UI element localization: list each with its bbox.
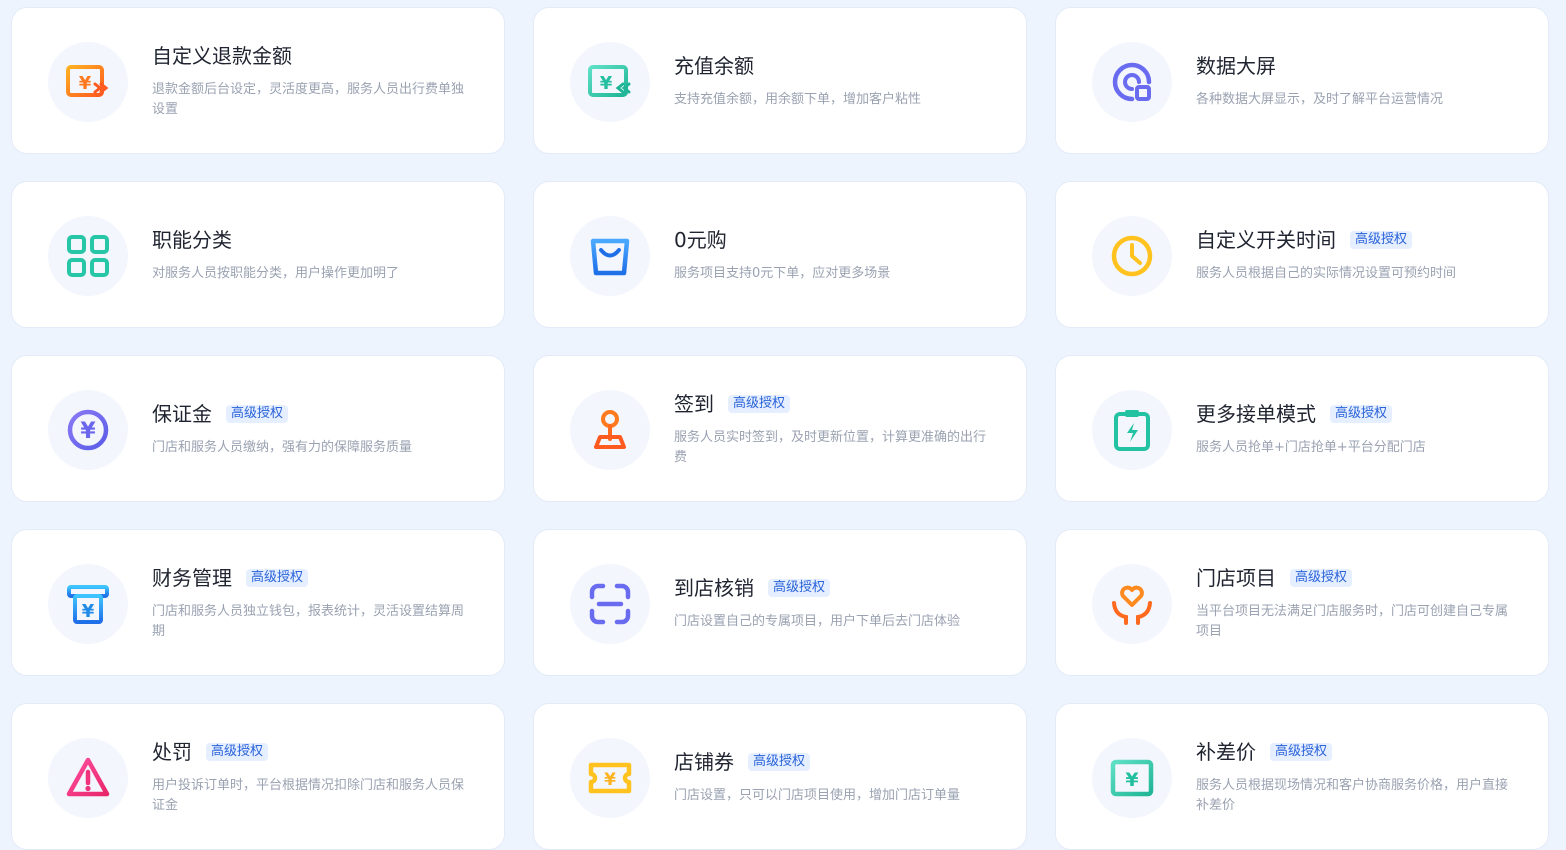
- icon-circle: [1092, 42, 1172, 122]
- feature-title: 更多接单模式: [1196, 401, 1316, 426]
- feature-title: 保证金: [152, 401, 212, 426]
- premium-badge: 高级授权: [226, 404, 289, 423]
- premium-badge: 高级授权: [1330, 404, 1393, 423]
- feature-title: 门店项目: [1196, 565, 1276, 590]
- premium-badge: 高级授权: [748, 752, 811, 771]
- icon-circle: [1092, 216, 1172, 296]
- feature-desc: 服务人员根据自己的实际情况设置可预约时间: [1196, 265, 1457, 281]
- icon-circle: ¥: [570, 738, 650, 818]
- yen-coin-icon: ¥: [67, 409, 109, 451]
- feature-desc: 服务项目支持0元下单，应对更多场景: [674, 265, 891, 281]
- icon-circle: ¥: [570, 42, 650, 122]
- feature-desc: 门店设置自己的专属项目，用户下单后去门店体验: [674, 613, 961, 629]
- premium-badge: 高级授权: [1290, 568, 1353, 587]
- svg-text:¥: ¥: [600, 73, 613, 94]
- heart-hands-icon: [1112, 585, 1152, 625]
- data-screen-icon: [1112, 62, 1152, 102]
- clipboard-lightning-icon: [1114, 410, 1150, 451]
- feature-title: 数据大屏: [1196, 53, 1276, 78]
- feature-card-price-difference[interactable]: ¥ 补差价 高级授权 服务人员根据现场情况和客户协商服务价格，用户直接补差价: [1055, 703, 1549, 850]
- feature-desc: 各种数据大屏显示，及时了解平台运营情况: [1196, 91, 1444, 107]
- icon-circle: [570, 564, 650, 644]
- warning-triangle-icon: [66, 757, 110, 797]
- premium-badge: 高级授权: [1270, 742, 1333, 761]
- feature-title: 处罚: [152, 739, 192, 764]
- feature-desc: 服务人员根据现场情况和客户协商服务价格，用户直接补差价: [1196, 777, 1509, 813]
- feature-card-penalty[interactable]: 处罚 高级授权 用户投诉订单时，平台根据情况扣除门店和服务人员保证金: [11, 703, 505, 850]
- shopping-bag-icon: [590, 238, 630, 276]
- icon-circle: [570, 390, 650, 470]
- scan-icon: [589, 583, 631, 625]
- feature-desc: 门店设置，只可以门店项目使用，增加门店订单量: [674, 787, 961, 803]
- feature-title: 店铺券: [674, 749, 734, 774]
- feature-card-check-in[interactable]: 签到 高级授权 服务人员实时签到，及时更新位置，计算更准确的出行费: [533, 355, 1027, 502]
- feature-card-open-close-time[interactable]: 自定义开关时间 高级授权 服务人员根据自己的实际情况设置可预约时间: [1055, 181, 1549, 328]
- feature-card-data-screen[interactable]: 数据大屏 各种数据大屏显示，及时了解平台运营情况: [1055, 7, 1549, 154]
- feature-card-recharge[interactable]: ¥ 充值余额 支持充值余额，用余额下单，增加客户粘性: [533, 7, 1027, 154]
- location-pin-icon: [594, 410, 626, 449]
- feature-card-deposit[interactable]: ¥ 保证金 高级授权 门店和服务人员缴纳，强有力的保障服务质量: [11, 355, 505, 502]
- feature-desc: 对服务人员按职能分类，用户操作更加明了: [152, 265, 400, 281]
- yen-card-icon: ¥: [1110, 759, 1154, 797]
- feature-desc: 门店和服务人员缴纳，强有力的保障服务质量: [152, 439, 413, 455]
- coupon-ticket-icon: ¥: [588, 762, 632, 794]
- feature-card-in-store-verify[interactable]: 到店核销 高级授权 门店设置自己的专属项目，用户下单后去门店体验: [533, 529, 1027, 676]
- premium-badge: 高级授权: [728, 394, 791, 413]
- icon-circle: [570, 216, 650, 296]
- premium-badge: 高级授权: [206, 742, 269, 761]
- feature-title: 自定义开关时间: [1196, 227, 1336, 252]
- feature-title: 职能分类: [152, 227, 232, 252]
- feature-title: 0元购: [674, 227, 727, 252]
- feature-desc: 支持充值余额，用余额下单，增加客户粘性: [674, 91, 922, 107]
- feature-card-order-modes[interactable]: 更多接单模式 高级授权 服务人员抢单+门店抢单+平台分配门店: [1055, 355, 1549, 502]
- feature-card-store-coupon[interactable]: ¥ 店铺券 高级授权 门店设置，只可以门店项目使用，增加门店订单量: [533, 703, 1027, 850]
- finance-register-icon: ¥: [67, 585, 109, 624]
- refund-yen-icon: ¥: [66, 65, 109, 97]
- svg-text:¥: ¥: [1125, 769, 1138, 791]
- premium-badge: 高级授权: [1350, 230, 1413, 249]
- premium-badge: 高级授权: [768, 578, 831, 597]
- feature-title: 到店核销: [674, 575, 754, 600]
- feature-title: 自定义退款金额: [152, 43, 292, 68]
- feature-title: 签到: [674, 391, 714, 416]
- feature-card-category[interactable]: 职能分类 对服务人员按职能分类，用户操作更加明了: [11, 181, 505, 328]
- svg-text:¥: ¥: [79, 73, 92, 94]
- feature-card-finance[interactable]: ¥ 财务管理 高级授权 门店和服务人员独立钱包，报表统计，灵活设置结算周期: [11, 529, 505, 676]
- recharge-yen-icon: ¥: [588, 65, 631, 97]
- category-grid-icon: [67, 235, 109, 277]
- feature-card-custom-refund[interactable]: ¥ 自定义退款金额 退款金额后台设定，灵活度更高，服务人员出行费单独设置: [11, 7, 505, 154]
- feature-desc: 门店和服务人员独立钱包，报表统计，灵活设置结算周期: [152, 603, 465, 639]
- feature-card-store-project[interactable]: 门店项目 高级授权 当平台项目无法满足门店服务时，门店可创建自己专属项目: [1055, 529, 1549, 676]
- svg-text:¥: ¥: [80, 419, 96, 444]
- icon-circle: ¥: [48, 390, 128, 470]
- feature-desc: 当平台项目无法满足门店服务时，门店可创建自己专属项目: [1196, 603, 1509, 639]
- feature-card-zero-purchase[interactable]: 0元购 服务项目支持0元下单，应对更多场景: [533, 181, 1027, 328]
- feature-grid: ¥ 自定义退款金额 退款金额后台设定，灵活度更高，服务人员出行费单独设置 ¥ 充…: [0, 0, 1566, 850]
- icon-circle: [48, 216, 128, 296]
- clock-icon: [1111, 235, 1153, 277]
- premium-badge: 高级授权: [246, 568, 309, 587]
- svg-text:¥: ¥: [604, 770, 616, 790]
- feature-desc: 用户投诉订单时，平台根据情况扣除门店和服务人员保证金: [152, 777, 465, 813]
- svg-text:¥: ¥: [82, 601, 95, 622]
- feature-title: 补差价: [1196, 739, 1256, 764]
- icon-circle: [1092, 564, 1172, 644]
- icon-circle: ¥: [48, 564, 128, 644]
- icon-circle: ¥: [1092, 738, 1172, 818]
- icon-circle: [1092, 390, 1172, 470]
- feature-title: 充值余额: [674, 53, 754, 78]
- feature-desc: 服务人员实时签到，及时更新位置，计算更准确的出行费: [674, 429, 987, 465]
- icon-circle: [48, 738, 128, 818]
- feature-desc: 服务人员抢单+门店抢单+平台分配门店: [1196, 439, 1426, 455]
- icon-circle: ¥: [48, 42, 128, 122]
- feature-desc: 退款金额后台设定，灵活度更高，服务人员出行费单独设置: [152, 81, 465, 117]
- feature-title: 财务管理: [152, 565, 232, 590]
